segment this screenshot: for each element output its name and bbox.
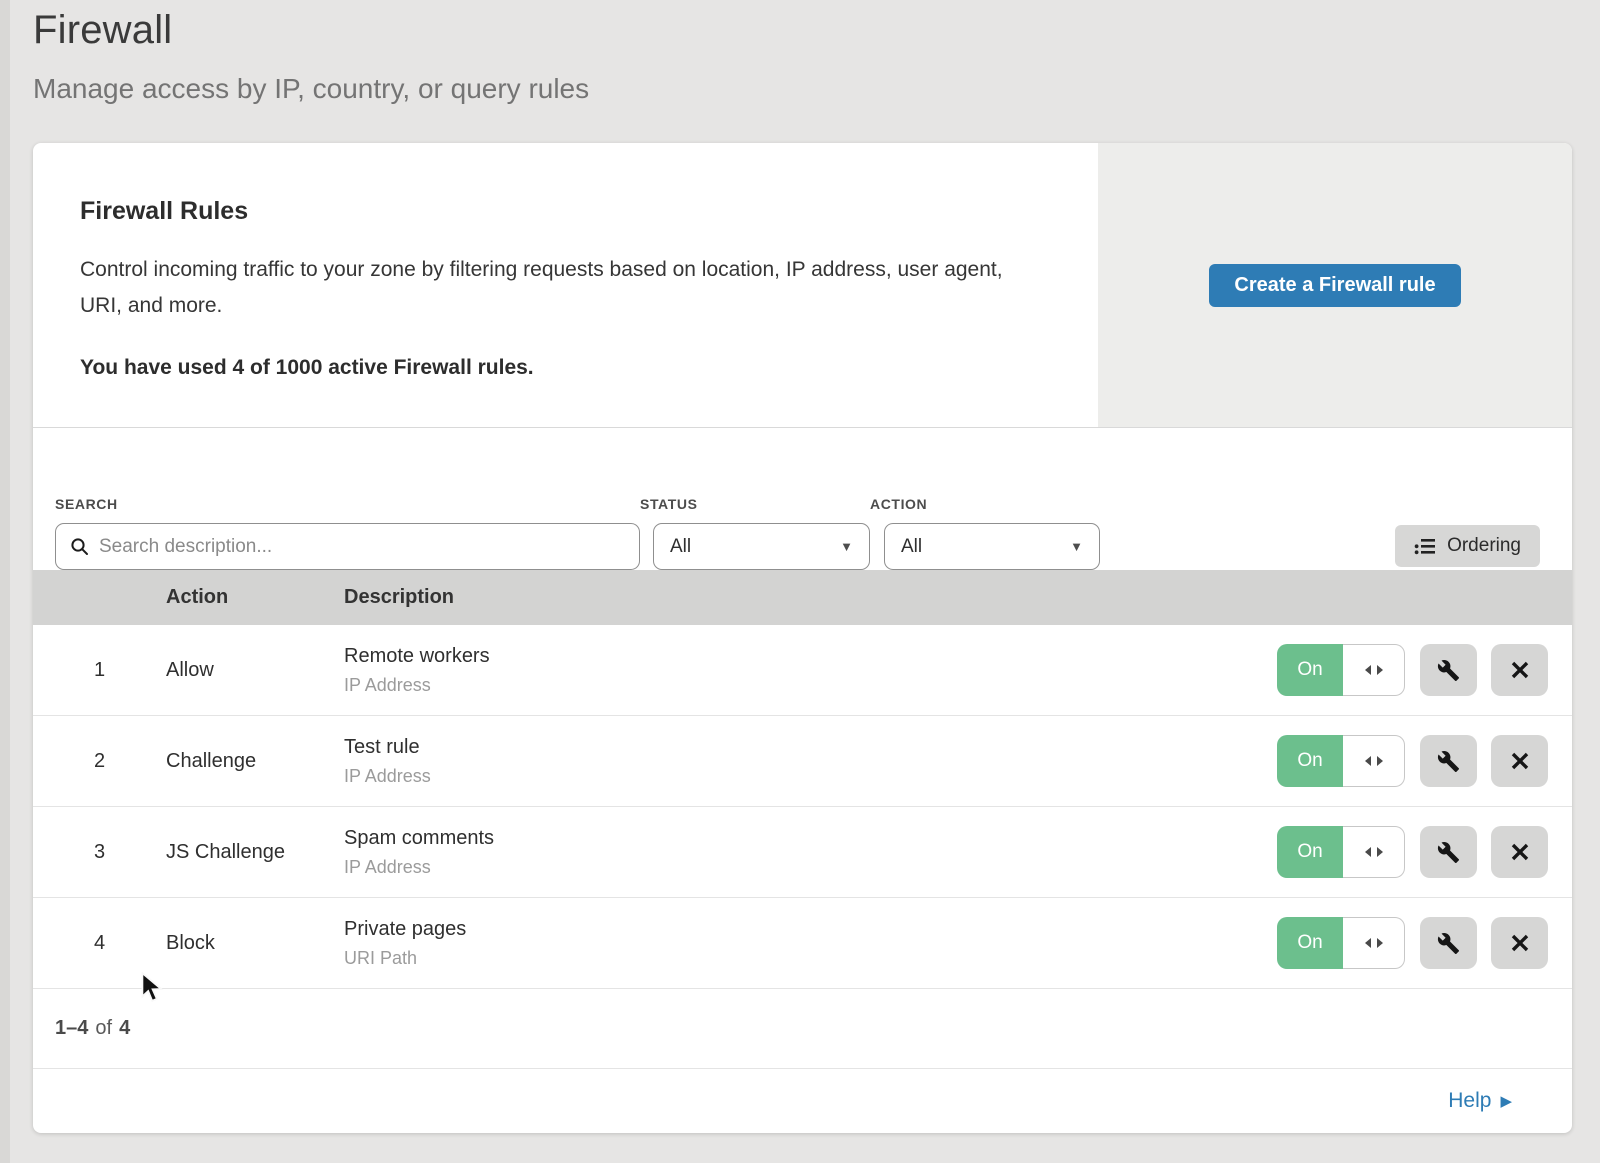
- wrench-icon: [1437, 659, 1460, 682]
- rule-action: Block: [166, 932, 344, 955]
- close-icon: [1510, 842, 1530, 862]
- edit-rule-button[interactable]: [1420, 735, 1477, 787]
- table-header: Action Description: [33, 570, 1572, 625]
- help-link-label: Help: [1448, 1089, 1491, 1113]
- rule-action: JS Challenge: [166, 841, 344, 864]
- action-label: ACTION: [870, 496, 1100, 512]
- rule-action: Allow: [166, 659, 344, 682]
- search-icon: [70, 537, 89, 556]
- table-row: 2 Challenge Test rule IP Address On: [33, 716, 1572, 807]
- rule-description: Remote workers: [344, 645, 1277, 668]
- column-header-action: Action: [166, 586, 344, 609]
- column-header-description: Description: [344, 586, 1572, 609]
- table-row: 1 Allow Remote workers IP Address On: [33, 625, 1572, 716]
- help-link[interactable]: Help ▶: [1448, 1089, 1512, 1113]
- toggle-on-label: On: [1277, 826, 1343, 878]
- close-icon: [1510, 660, 1530, 680]
- delete-rule-button[interactable]: [1491, 735, 1548, 787]
- edit-rule-button[interactable]: [1420, 917, 1477, 969]
- rule-controls: On: [1277, 735, 1548, 787]
- rule-enabled-toggle[interactable]: On: [1277, 826, 1405, 878]
- action-select[interactable]: All ▼: [884, 523, 1100, 570]
- rule-controls: On: [1277, 644, 1548, 696]
- page-title: Firewall: [33, 8, 589, 53]
- overview-text-block: Firewall Rules Control incoming traffic …: [33, 143, 1098, 427]
- filters-bar: SEARCH STATUS All ▼ ACTION All ▼: [33, 428, 1572, 570]
- pagination-total: 4: [119, 1017, 130, 1040]
- toggle-on-label: On: [1277, 644, 1343, 696]
- table-row: 3 JS Challenge Spam comments IP Address …: [33, 807, 1572, 898]
- overview-description: Control incoming traffic to your zone by…: [80, 252, 1040, 324]
- rule-match-type: IP Address: [344, 857, 1277, 878]
- rule-controls: On: [1277, 826, 1548, 878]
- help-arrow-icon: ▶: [1500, 1094, 1512, 1109]
- pagination: 1–4 of 4: [33, 989, 1572, 1069]
- rule-priority: 2: [33, 750, 166, 773]
- chevron-down-icon: ▼: [1070, 539, 1083, 554]
- rule-match-type: URI Path: [344, 948, 1277, 969]
- wrench-icon: [1437, 750, 1460, 773]
- delete-rule-button[interactable]: [1491, 826, 1548, 878]
- search-label: SEARCH: [55, 496, 640, 512]
- overview-section: Firewall Rules Control incoming traffic …: [33, 143, 1572, 428]
- status-select[interactable]: All ▼: [653, 523, 870, 570]
- rule-match-type: IP Address: [344, 766, 1277, 787]
- rules-table: Action Description 1 Allow Remote worker…: [33, 570, 1572, 1069]
- toggle-arrows-icon: [1343, 644, 1405, 696]
- chevron-down-icon: ▼: [840, 539, 853, 554]
- page-header: Firewall Manage access by IP, country, o…: [33, 8, 589, 105]
- delete-rule-button[interactable]: [1491, 644, 1548, 696]
- ordering-button[interactable]: Ordering: [1395, 525, 1540, 567]
- status-selected-value: All: [670, 536, 691, 558]
- card-footer: Help ▶: [33, 1069, 1572, 1133]
- rule-priority: 3: [33, 841, 166, 864]
- search-group: SEARCH: [55, 496, 640, 570]
- rule-description: Private pages: [344, 918, 1277, 941]
- close-icon: [1510, 751, 1530, 771]
- table-row: 4 Block Private pages URI Path On: [33, 898, 1572, 989]
- page-subtitle: Manage access by IP, country, or query r…: [33, 73, 589, 105]
- page-left-edge: [0, 0, 10, 1163]
- rule-controls: On: [1277, 917, 1548, 969]
- create-firewall-rule-button[interactable]: Create a Firewall rule: [1209, 264, 1460, 307]
- close-icon: [1510, 933, 1530, 953]
- action-group: ACTION All ▼: [870, 496, 1100, 570]
- ordering-list-icon: [1414, 537, 1436, 556]
- ordering-button-label: Ordering: [1447, 535, 1521, 557]
- overview-heading: Firewall Rules: [80, 197, 1058, 226]
- rule-enabled-toggle[interactable]: On: [1277, 735, 1405, 787]
- toggle-on-label: On: [1277, 735, 1343, 787]
- pagination-range: 1–4: [55, 1017, 88, 1040]
- pagination-separator: of: [95, 1017, 112, 1040]
- usage-summary: You have used 4 of 1000 active Firewall …: [80, 356, 1058, 380]
- rule-priority: 1: [33, 659, 166, 682]
- search-input[interactable]: [99, 536, 625, 558]
- wrench-icon: [1437, 932, 1460, 955]
- delete-rule-button[interactable]: [1491, 917, 1548, 969]
- toggle-on-label: On: [1277, 917, 1343, 969]
- create-rule-panel: Create a Firewall rule: [1098, 143, 1572, 427]
- toggle-arrows-icon: [1343, 917, 1405, 969]
- status-label: STATUS: [640, 496, 870, 512]
- wrench-icon: [1437, 841, 1460, 864]
- firewall-rules-card: Firewall Rules Control incoming traffic …: [33, 143, 1572, 1133]
- search-box: [55, 523, 640, 570]
- rule-description: Test rule: [344, 736, 1277, 759]
- rule-enabled-toggle[interactable]: On: [1277, 644, 1405, 696]
- rule-enabled-toggle[interactable]: On: [1277, 917, 1405, 969]
- toggle-arrows-icon: [1343, 735, 1405, 787]
- edit-rule-button[interactable]: [1420, 644, 1477, 696]
- toggle-arrows-icon: [1343, 826, 1405, 878]
- action-selected-value: All: [901, 536, 922, 558]
- rule-description: Spam comments: [344, 827, 1277, 850]
- edit-rule-button[interactable]: [1420, 826, 1477, 878]
- status-group: STATUS All ▼: [640, 496, 870, 570]
- rule-priority: 4: [33, 932, 166, 955]
- rule-match-type: IP Address: [344, 675, 1277, 696]
- rule-action: Challenge: [166, 750, 344, 773]
